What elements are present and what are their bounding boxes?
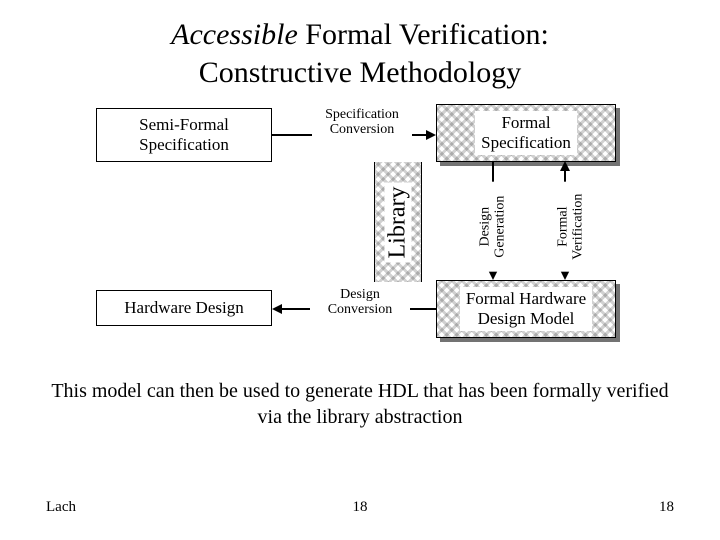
box-formal-hardware-model-label: Formal Hardware Design Model <box>460 287 592 332</box>
slide-caption: This model can then be used to generate … <box>0 378 720 430</box>
methodology-diagram: Semi-Formal Specification Hardware Desig… <box>96 104 624 352</box>
box-hardware-design-label: Hardware Design <box>124 298 243 318</box>
label-spec-conversion: Specification Conversion <box>312 108 412 137</box>
label-formal-verification: Formal Verification <box>556 182 585 272</box>
footer-page-center: 18 <box>0 499 720 516</box>
label-design-conversion: Design Conversion <box>310 288 410 317</box>
library-label: Library <box>385 182 412 262</box>
title-rest1: Formal Verification: <box>298 18 549 51</box>
footer-author: Lach <box>46 499 76 516</box>
box-formal-specification-label: Formal Specification <box>475 111 577 156</box>
box-formal-specification: Formal Specification <box>436 104 616 162</box>
slide-footer: Lach 18 18 <box>0 499 720 516</box>
slide-title: Accessible Formal Verification: Construc… <box>0 0 720 91</box>
box-semi-formal-spec-label: Semi-Formal Specification <box>139 115 229 156</box>
arrow-design-conversion-icon <box>272 304 282 314</box>
box-hardware-design: Hardware Design <box>96 290 272 326</box>
box-semi-formal-spec: Semi-Formal Specification <box>96 108 272 162</box>
title-emphasis: Accessible <box>171 18 298 51</box>
label-design-generation: Design Generation <box>478 182 507 272</box>
box-formal-hardware-model: Formal Hardware Design Model <box>436 280 616 338</box>
title-line2: Constructive Methodology <box>199 56 521 89</box>
arrow-formal-verification-up-icon <box>560 161 570 171</box>
library-column: Library <box>374 162 422 282</box>
footer-page-right: 18 <box>659 499 674 516</box>
arrow-spec-conversion-icon <box>426 130 436 140</box>
